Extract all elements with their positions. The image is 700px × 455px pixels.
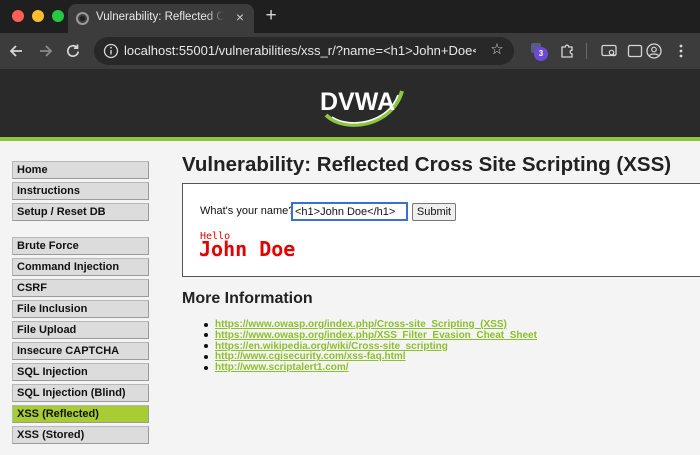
list-item: http://www.scriptalert1.com/ — [204, 362, 537, 373]
address-bar[interactable]: localhost:55001/vulnerabilities/xss_r/?n… — [94, 37, 514, 65]
name-input[interactable] — [292, 203, 407, 220]
menu-item-xss-stored[interactable]: XSS (Stored) — [12, 426, 149, 444]
menu-item-file-inclusion[interactable]: File Inclusion — [12, 300, 149, 318]
minimize-window-button[interactable] — [32, 10, 44, 22]
list-item: https://www.owasp.org/index.php/XSS_Filt… — [204, 330, 537, 341]
menu-item-instructions[interactable]: Instructions — [12, 182, 149, 200]
header-accent-bar — [0, 137, 700, 141]
menu-item-xss-reflected[interactable]: XSS (Reflected) — [12, 405, 149, 423]
injected-heading: John Doe — [199, 237, 296, 261]
menu-item-sql-injection-blind[interactable]: SQL Injection (Blind) — [12, 384, 149, 402]
tab-bar: Vulnerability: Reflected Cross Site Scri… — [0, 0, 700, 33]
back-arrow-icon[interactable] — [7, 41, 27, 61]
cast-icon[interactable] — [600, 42, 618, 60]
extension-count-badge: 3 — [534, 47, 548, 61]
list-item: http://www.cgisecurity.com/xss-faq.html — [204, 351, 537, 362]
menu-item-sql-injection[interactable]: SQL Injection — [12, 363, 149, 381]
forward-arrow-icon[interactable] — [35, 41, 55, 61]
tab-close-icon[interactable]: × — [232, 9, 248, 25]
dvwa-logo-text: DVWA — [320, 88, 395, 116]
more-menu-icon[interactable] — [672, 42, 690, 60]
menu-item-file-upload[interactable]: File Upload — [12, 321, 149, 339]
list-item: https://www.owasp.org/index.php/Cross-si… — [204, 319, 537, 330]
submit-button[interactable]: Submit — [412, 203, 456, 221]
page-title: Vulnerability: Reflected Cross Site Scri… — [182, 153, 672, 176]
split-view-icon[interactable] — [626, 42, 644, 60]
menu-item-command-injection[interactable]: Command Injection — [12, 258, 149, 276]
menu-item-insecure-captcha[interactable]: Insecure CAPTCHA — [12, 342, 149, 360]
menu-item-home[interactable]: Home — [12, 161, 149, 179]
reference-link[interactable]: https://en.wikipedia.org/wiki/Cross-site… — [215, 341, 448, 352]
menu-item-csrf[interactable]: CSRF — [12, 279, 149, 297]
reference-link[interactable]: https://www.owasp.org/index.php/Cross-si… — [215, 319, 507, 330]
list-item: https://en.wikipedia.org/wiki/Cross-site… — [204, 341, 537, 352]
dvwa-logo: DVWA — [314, 75, 410, 135]
zoom-window-button[interactable] — [52, 10, 64, 22]
new-tab-button[interactable]: + — [262, 6, 280, 26]
profile-icon[interactable] — [645, 42, 663, 60]
menu-item-setup[interactable]: Setup / Reset DB — [12, 203, 149, 221]
bookmark-star-icon[interactable]: ☆ — [488, 41, 506, 59]
toolbar-separator — [586, 43, 587, 59]
vulnerable-code-area: What's your name? Submit Hello John Doe — [182, 183, 700, 277]
close-window-button[interactable] — [12, 10, 24, 22]
more-information-links: https://www.owasp.org/index.php/Cross-si… — [204, 319, 537, 373]
more-information-heading: More Information — [182, 290, 313, 307]
extension-icon[interactable]: 3 — [530, 42, 548, 61]
reference-link[interactable]: http://www.scriptalert1.com/ — [215, 362, 349, 373]
tab-title: Vulnerability: Reflected Cross Site Scri… — [96, 11, 224, 23]
menu-item-brute-force[interactable]: Brute Force — [12, 237, 149, 255]
browser-toolbar: localhost:55001/vulnerabilities/xss_r/?n… — [0, 33, 700, 69]
dvwa-header: DVWA — [0, 69, 700, 137]
name-label: What's your name? — [200, 205, 295, 217]
page-viewport: DVWA Home Instructions Setup / Reset DB … — [0, 69, 700, 455]
browser-tab[interactable]: Vulnerability: Reflected Cross Site Scri… — [68, 4, 254, 33]
url-text[interactable]: localhost:55001/vulnerabilities/xss_r/?n… — [124, 43, 476, 58]
puzzle-icon[interactable] — [558, 42, 576, 60]
reload-icon[interactable] — [63, 41, 83, 61]
loading-favicon-icon — [76, 12, 89, 25]
reference-link[interactable]: http://www.cgisecurity.com/xss-faq.html — [215, 351, 406, 362]
reference-link[interactable]: https://www.owasp.org/index.php/XSS_Filt… — [215, 330, 537, 341]
site-info-icon[interactable] — [102, 42, 120, 60]
